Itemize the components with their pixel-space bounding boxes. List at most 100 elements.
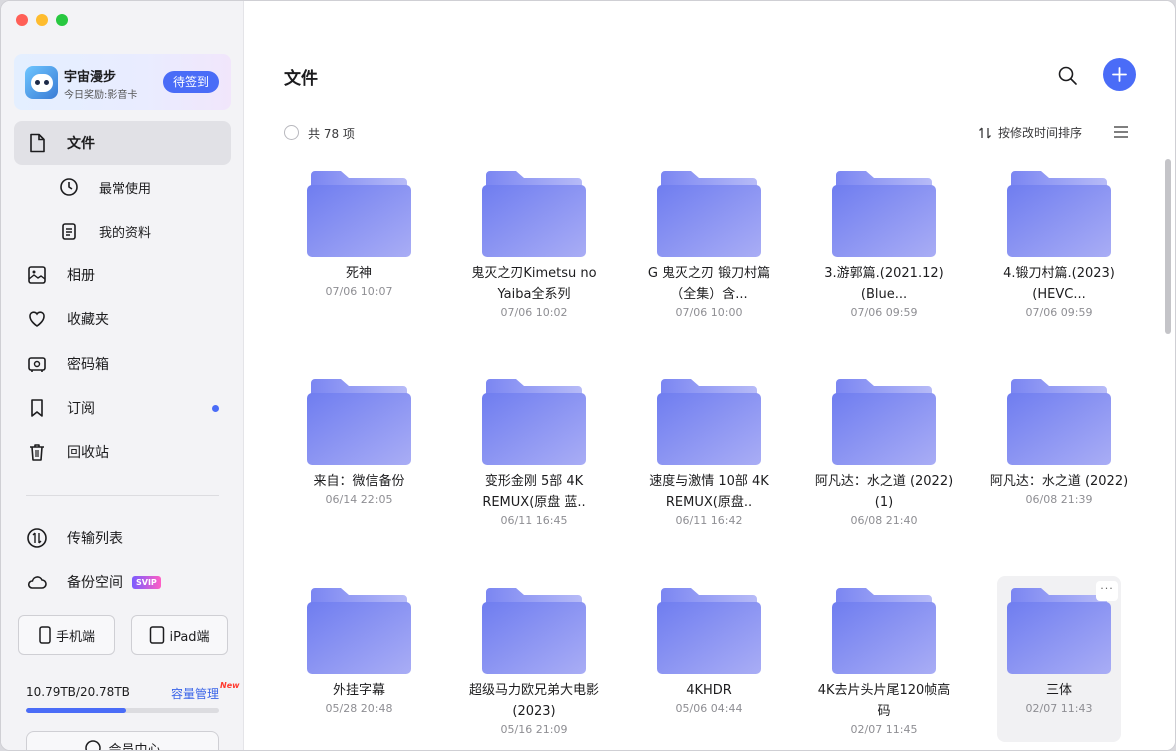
svip-badge: SVIP [132,575,161,589]
folder-icon [482,171,586,257]
folder-icon [832,588,936,674]
item-count: 共 78 项 [308,127,355,141]
folder-icon [307,588,411,674]
folder-icon [657,171,761,257]
folder-item[interactable]: 4K去片头片尾120帧高码 02/07 11:45 [818,576,950,742]
sidebar-item-frequent[interactable]: 最常使用 [14,165,231,209]
sidebar-item-trash[interactable]: 回收站 [14,430,231,474]
bookmark-icon [31,399,43,417]
phone-client-button[interactable]: 手机端 [18,615,115,655]
folder-icon [1007,379,1111,465]
sidebar-item-transfer[interactable]: 传输列表 [14,516,231,560]
folder-date: 06/11 16:42 [675,514,743,527]
sidebar-item-label: 文件 [67,136,95,152]
minimize-window-button[interactable] [36,14,48,26]
folder-item[interactable]: 速度与激情 10部 4K REMUX(原盘.. 06/11 16:42 [647,367,771,533]
sort-label: 按修改时间排序 [998,126,1083,140]
sidebar-item-files[interactable]: 文件 [14,121,231,165]
folder-date: 07/06 09:59 [1025,306,1093,319]
folder-name: 鬼灭之刃Kimetsu no Yaiba全系列 [471,266,597,302]
capacity-manage-link[interactable]: 容量管理 [171,685,219,702]
ipad-client-button[interactable]: iPad端 [131,615,228,655]
folder-date: 06/08 21:39 [1025,493,1093,506]
folder-name: 来自：微信备份 [313,474,405,489]
folder-item[interactable]: 鬼灭之刃Kimetsu no Yaiba全系列 07/06 10:02 [471,159,597,325]
storage-progress-fill [26,708,127,713]
sidebar-item-backup[interactable]: 备份空间 SVIP [14,560,231,604]
app-window: 宇宙漫步 今日奖励:影音卡 待签到 文件 最常使用 我的资料 相册 收藏夹 密码… [0,0,1176,751]
folder-name: 阿凡达：水之道 (2022) [989,474,1129,489]
sidebar-item-label: 收藏夹 [67,312,109,328]
folder-item[interactable]: 死神 07/06 10:07 [297,159,421,325]
folder-icon [657,379,761,465]
search-icon[interactable] [1055,63,1081,89]
close-window-button[interactable] [16,14,28,26]
storage-progress-bar [26,708,219,713]
photo-icon [28,266,46,284]
plus-icon [1112,67,1127,82]
folder-icon [1007,588,1111,674]
folder-name: 4.锻刀村篇.(2023)(HEVC... [1003,266,1115,302]
sidebar-item-subscription[interactable]: 订阅 [14,386,231,430]
folder-item[interactable]: 阿凡达：水之道 (2022)(1) 06/08 21:40 [815,367,953,533]
sidebar-item-favorites[interactable]: 收藏夹 [14,297,231,341]
add-button[interactable] [1103,58,1136,91]
clock-icon [60,178,78,196]
unread-dot [212,404,219,412]
folder-date: 05/16 21:09 [500,723,568,736]
list-view-icon[interactable] [1113,125,1129,139]
promo-subtitle: 今日奖励:影音卡 [64,90,138,101]
folder-item[interactable]: 来自：微信备份 06/14 22:05 [297,367,421,533]
folder-date: 06/11 16:45 [500,514,568,527]
zoom-window-button[interactable] [56,14,68,26]
checkin-button[interactable]: 待签到 [163,71,219,93]
sidebar-item-album[interactable]: 相册 [14,253,231,297]
folder-icon [1007,171,1111,257]
sidebar-item-label: 相册 [67,268,95,284]
folder-item[interactable]: 4KHDR 05/06 04:44 [647,576,771,742]
sidebar-item-label: 我的资料 [99,225,152,241]
storage-usage: 10.79TB/20.78TB [26,685,130,699]
member-center-label: 会员中心 [108,742,161,751]
sidebar-item-safe[interactable]: 密码箱 [14,342,231,386]
select-all-checkbox[interactable] [284,125,299,140]
folder-name: 死神 [345,266,372,281]
daily-checkin-card[interactable]: 宇宙漫步 今日奖励:影音卡 待签到 [14,54,231,110]
folder-item[interactable]: 阿凡达：水之道 (2022) 06/08 21:39 [990,367,1128,533]
phone-client-label: 手机端 [55,629,95,645]
sidebar-item-my-docs[interactable]: 我的资料 [14,209,231,253]
tablet-icon [150,626,165,644]
folder-item[interactable]: 三体 02/07 11:43 ··· [997,576,1121,742]
folder-date: 02/07 11:43 [1025,702,1093,715]
folder-item[interactable]: 3.游郭篇.(2021.12)(Blue... 07/06 09:59 [822,159,946,325]
sidebar-item-label: 密码箱 [67,357,109,373]
folder-item[interactable]: G 鬼灭之刃 锻刀村篇（全集）含... 07/06 10:00 [647,159,771,325]
sort-button[interactable]: 按修改时间排序 [978,124,1082,141]
folder-item[interactable]: 超级马力欧兄弟大电影 (2023) 05/16 21:09 [469,576,599,742]
folder-icon [307,379,411,465]
folder-date: 06/08 21:40 [850,514,918,527]
folder-icon [307,171,411,257]
file-icon [30,133,45,153]
folder-date: 06/14 22:05 [325,493,393,506]
sidebar-item-label: 回收站 [67,445,109,461]
ipad-client-label: iPad端 [169,629,210,645]
more-options-button[interactable]: ··· [1096,581,1118,601]
window-controls [16,14,68,26]
member-center-button[interactable]: 会员中心 [26,731,219,751]
sidebar: 宇宙漫步 今日奖励:影音卡 待签到 文件 最常使用 我的资料 相册 收藏夹 密码… [1,1,244,751]
folder-date: 07/06 10:07 [325,285,393,298]
folder-name: 4K去片头片尾120帧高码 [817,683,951,719]
folder-name: 4KHDR [686,683,732,698]
folder-item[interactable]: 4.锻刀村篇.(2023)(HEVC... 07/06 09:59 [997,159,1121,325]
folder-item[interactable]: 外挂字幕 05/28 20:48 [297,576,421,742]
sort-arrows-icon [979,127,991,138]
trash-icon [30,444,44,461]
main-content: 文件 共 78 项 按修改时间排序 死神 07/06 10:07 鬼灭之刃Kime… [245,1,1175,750]
folder-item[interactable]: 变形金刚 5部 4K REMUX(原盘 蓝.. 06/11 16:45 [472,367,596,533]
folder-date: 02/07 11:45 [850,723,918,736]
safe-icon [28,357,46,372]
phone-icon [39,626,51,644]
scrollbar[interactable] [1165,159,1171,334]
promo-title: 宇宙漫步 [64,70,117,85]
